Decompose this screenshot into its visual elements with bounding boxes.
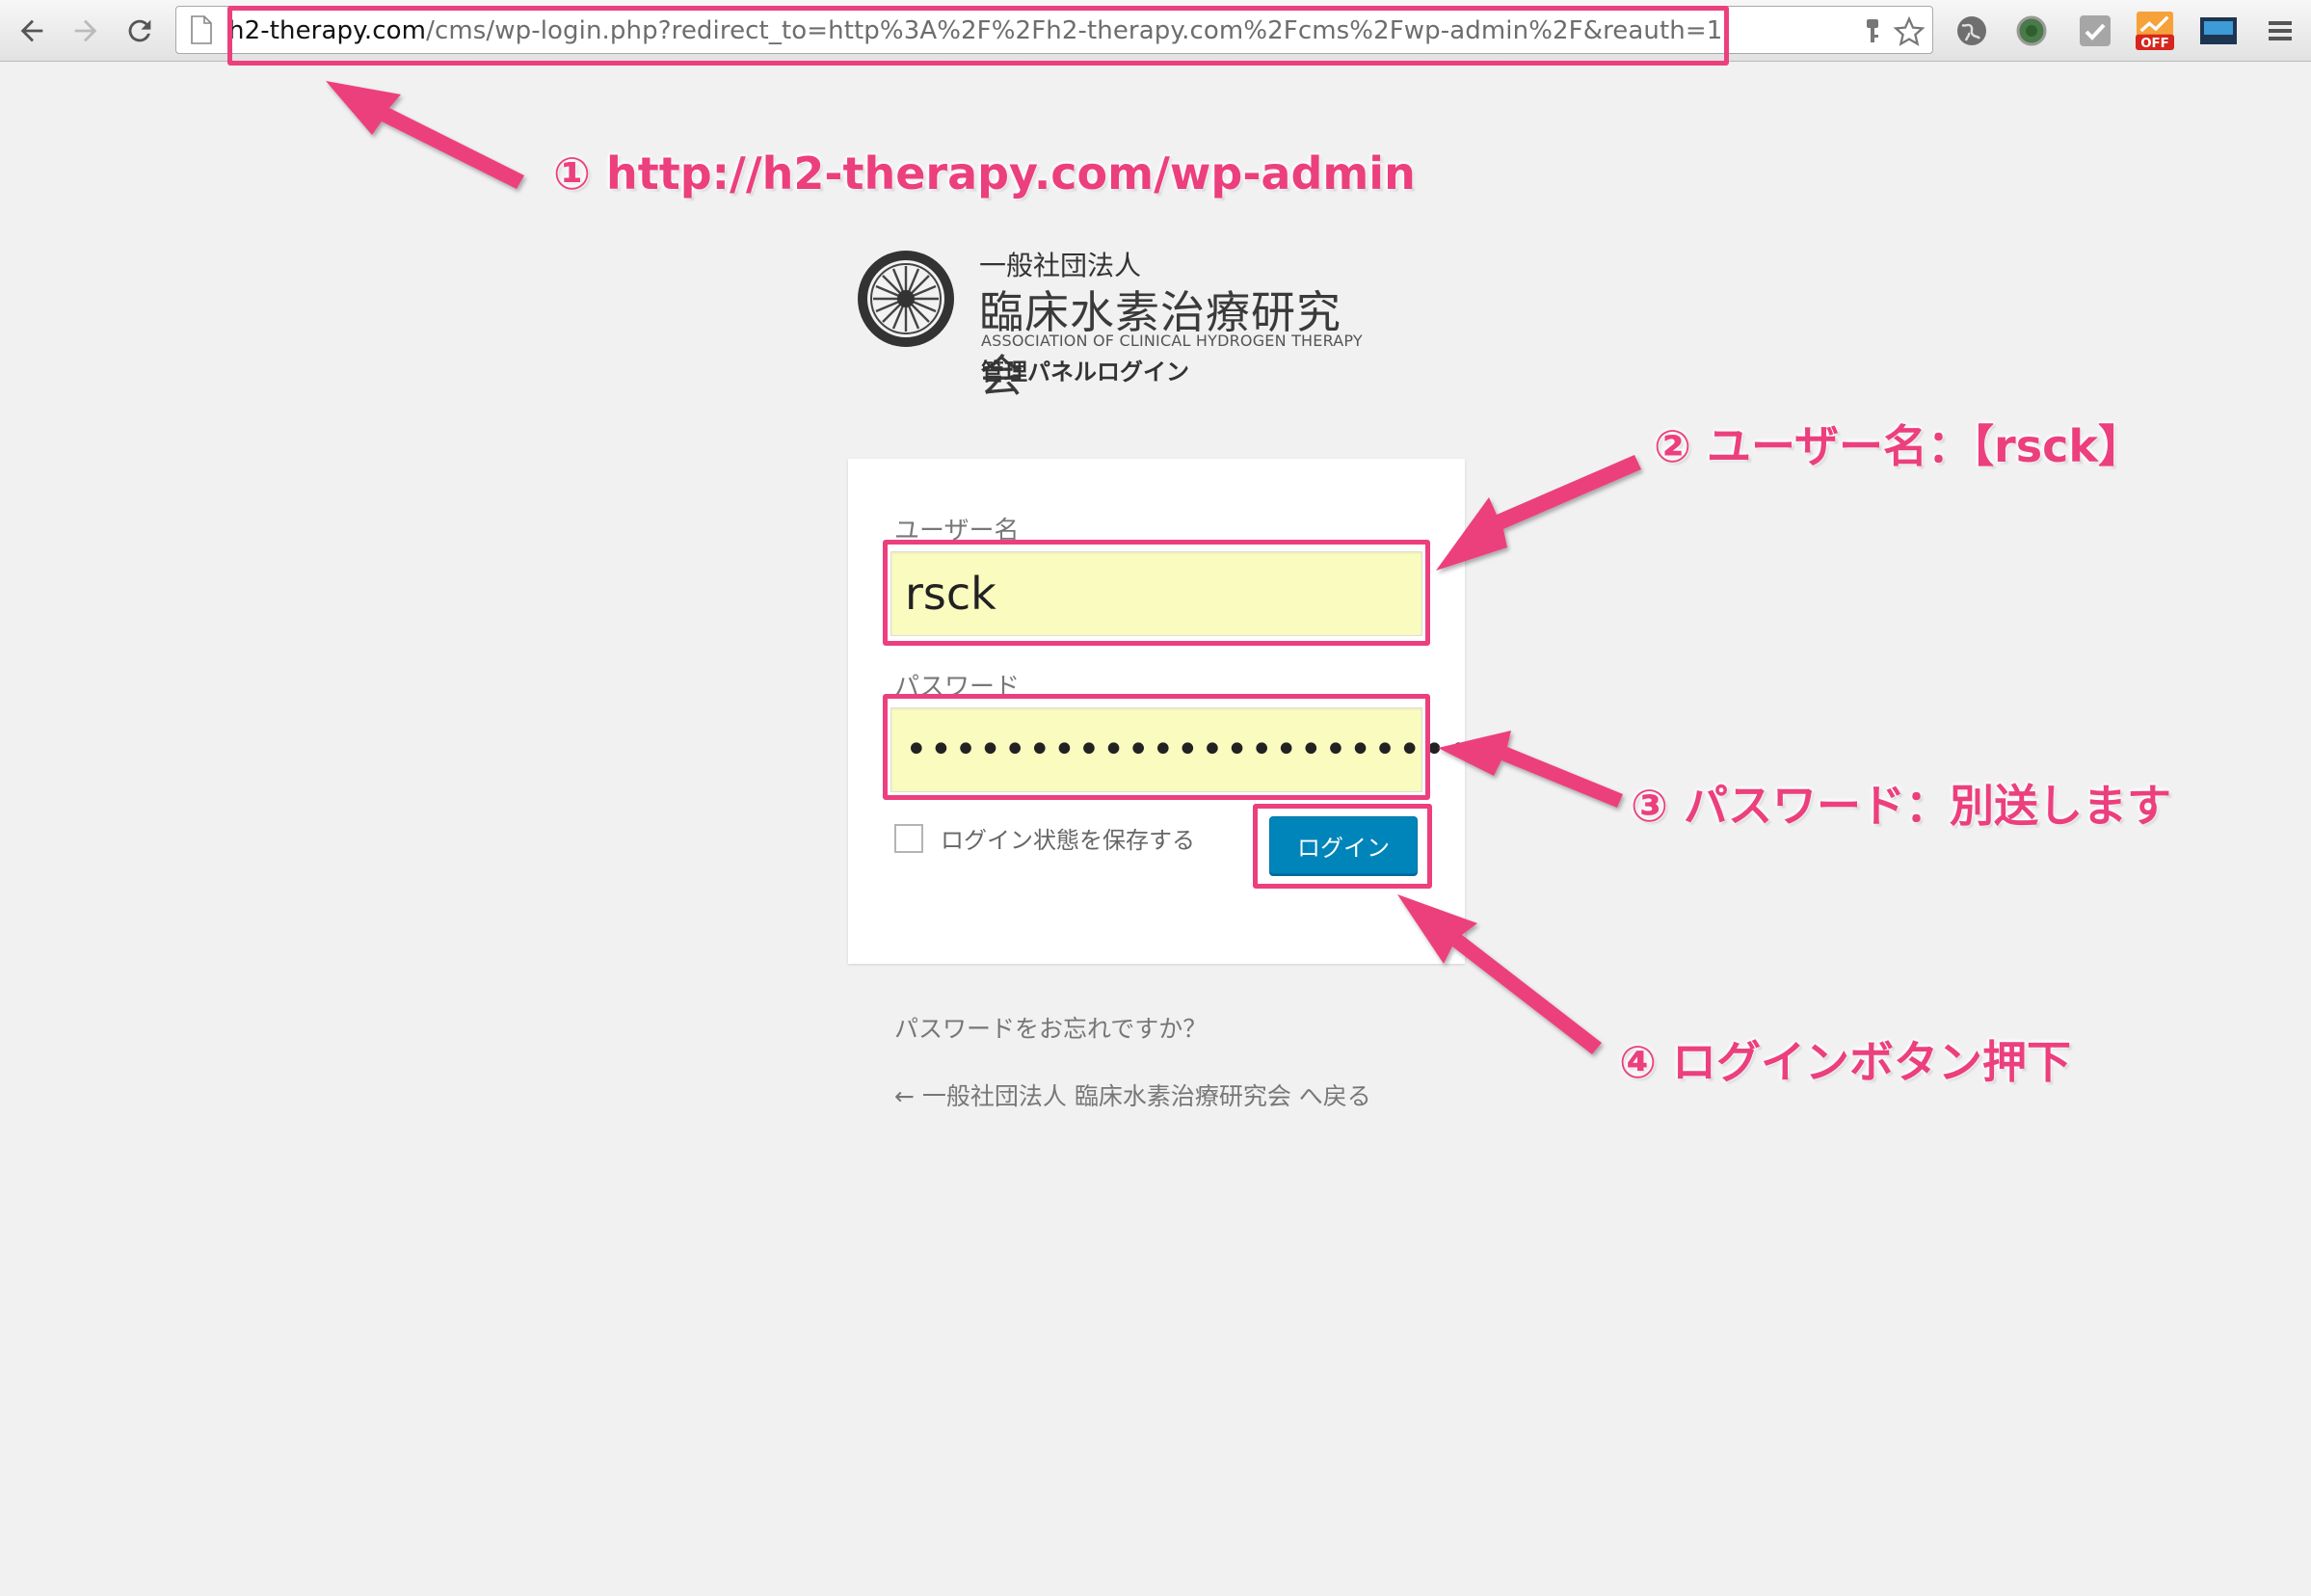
arrow-to-address-bar bbox=[326, 81, 524, 189]
back-button[interactable] bbox=[10, 10, 54, 52]
arrow-left-icon bbox=[20, 19, 43, 42]
arrow-right-icon bbox=[74, 19, 97, 42]
off-badge: OFF bbox=[2140, 37, 2169, 51]
back-to-site-link[interactable]: ← 一般社団法人 臨床水素治療研究会 へ戻る bbox=[894, 1077, 1371, 1112]
arrow-to-username bbox=[1436, 455, 1641, 571]
remember-me-label: ログイン状態を保存する bbox=[941, 827, 1195, 854]
reload-icon bbox=[128, 19, 151, 42]
page-icon bbox=[191, 15, 212, 44]
annotation-step3: ③ パスワード：別送します bbox=[1631, 780, 2171, 832]
extension-green-icon[interactable] bbox=[2012, 10, 2051, 52]
analytics-off-icon[interactable]: OFF bbox=[2136, 10, 2174, 52]
menu-icon[interactable] bbox=[2261, 10, 2299, 52]
reload-button[interactable] bbox=[118, 10, 162, 52]
remember-me-checkbox[interactable] bbox=[894, 823, 923, 853]
site-logo[interactable]: 一般社団法人 臨床水素治療研究会 ASSOCIATION OF CLINICAL… bbox=[856, 245, 1363, 402]
annotation-step2: ② ユーザー名：【rsck】 bbox=[1654, 420, 2142, 472]
highlight-password bbox=[883, 694, 1430, 800]
bookmark-star-icon[interactable] bbox=[1892, 14, 1926, 49]
logo-org-name-en: ASSOCIATION OF CLINICAL HYDROGEN THERAPY bbox=[981, 332, 1363, 350]
annotation-step4: ④ ログインボタン押下 bbox=[1619, 1036, 2071, 1088]
checkmark-extension-icon[interactable] bbox=[2076, 10, 2114, 52]
forgot-password-link[interactable]: パスワードをお忘れですか？ bbox=[894, 1010, 1207, 1045]
highlight-address-bar bbox=[227, 6, 1729, 66]
forward-button[interactable] bbox=[64, 10, 108, 52]
association-seal-icon bbox=[858, 251, 954, 347]
globe-icon[interactable] bbox=[1952, 10, 1991, 52]
highlight-login-button bbox=[1253, 804, 1432, 889]
annotation-step1: ① http://h2-therapy.com/wp-admin bbox=[553, 147, 1416, 200]
screen-extension-icon[interactable] bbox=[2199, 10, 2238, 52]
key-icon[interactable] bbox=[1855, 14, 1890, 49]
highlight-username bbox=[883, 540, 1430, 646]
logo-subtitle: 管理パネルログイン bbox=[981, 359, 1189, 386]
remember-me[interactable]: ログイン状態を保存する bbox=[894, 821, 1195, 855]
